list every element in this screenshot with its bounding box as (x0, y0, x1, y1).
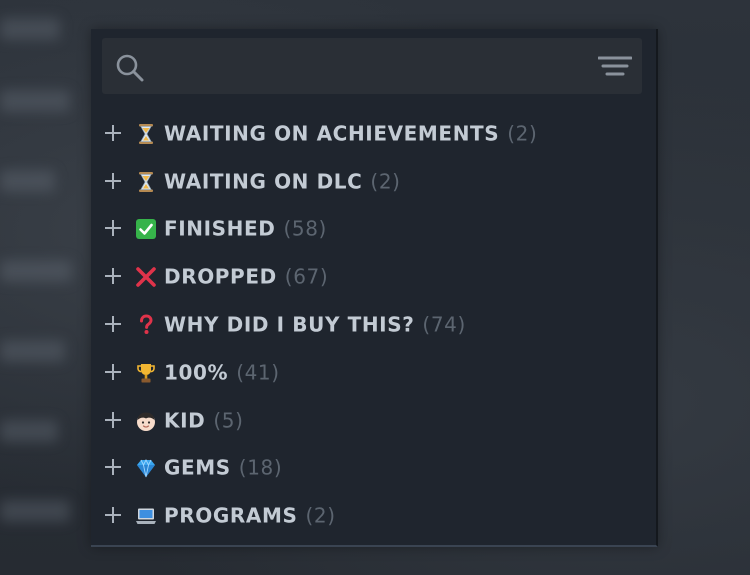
question-mark-icon (140, 314, 153, 335)
trophy-icon (137, 363, 155, 383)
collection-label: KID (5) (164, 408, 243, 432)
collection-item-programs[interactable]: PROGRAMS (2) (91, 493, 656, 541)
collection-item-waiting-on-achievements[interactable]: WAITING ON ACHIEVEMENTS (2) (91, 111, 656, 159)
collection-name: KID (164, 408, 206, 433)
search-icon[interactable] (114, 52, 146, 84)
collection-name: WHY DID I BUY THIS? (164, 312, 415, 337)
collection-count: (41) (236, 360, 280, 385)
collection-name: DROPPED (164, 264, 277, 289)
blurred-decoration (0, 260, 72, 282)
gem-icon (137, 459, 155, 478)
collection-count: (18) (238, 456, 283, 481)
blurred-decoration (0, 500, 70, 522)
blurred-decoration (0, 420, 58, 442)
expand-plus-icon[interactable] (104, 363, 122, 381)
collection-item-gems[interactable]: GEMS (18) (91, 446, 656, 494)
blurred-decoration (0, 340, 65, 362)
collection-count: (74) (422, 312, 466, 337)
expand-plus-icon[interactable] (104, 172, 122, 190)
collection-item-why-did-i-buy-this[interactable]: WHY DID I BUY THIS? (74) (91, 302, 656, 350)
blurred-decoration (0, 170, 55, 192)
search-bar[interactable] (102, 38, 642, 94)
expand-plus-icon[interactable] (104, 124, 122, 142)
collection-count: (2) (370, 169, 401, 194)
collection-label: FINISHED (58) (164, 217, 327, 241)
collection-name: GEMS (164, 456, 231, 481)
collection-name: WAITING ON ACHIEVEMENTS (164, 121, 500, 146)
collection-count: (2) (507, 121, 538, 146)
expand-plus-icon[interactable] (104, 267, 122, 285)
collection-item-kid[interactable]: KID (5) (91, 398, 656, 446)
collection-name: 100% (164, 360, 229, 385)
collection-label: WAITING ON DLC (2) (164, 169, 401, 193)
collection-count: (2) (305, 503, 336, 528)
laptop-icon (136, 508, 156, 525)
hourglass-icon (139, 123, 153, 144)
filter-sort-icon[interactable] (598, 54, 632, 80)
collection-name: PROGRAMS (164, 503, 298, 528)
expand-plus-icon[interactable] (104, 315, 122, 333)
collection-count: (58) (283, 217, 327, 242)
expand-plus-icon[interactable] (104, 411, 122, 429)
collection-item-waiting-on-dlc[interactable]: WAITING ON DLC (2) (91, 159, 656, 207)
collection-label: WAITING ON ACHIEVEMENTS (2) (164, 121, 537, 145)
collection-label: GEMS (18) (164, 456, 282, 480)
collection-label: PROGRAMS (2) (164, 504, 336, 528)
hourglass-icon (139, 171, 153, 192)
expand-plus-icon[interactable] (104, 458, 122, 476)
check-mark-icon (136, 219, 156, 240)
collection-name: FINISHED (164, 217, 276, 242)
collection-label: 100% (41) (164, 360, 280, 384)
collection-list: WAITING ON ACHIEVEMENTS (2) WAITING ON DL… (91, 111, 656, 541)
search-input[interactable] (158, 48, 582, 86)
collection-item-dropped[interactable]: DROPPED (67) (91, 254, 656, 302)
collection-item-100-percent[interactable]: 100% (41) (91, 350, 656, 398)
collection-label: WHY DID I BUY THIS? (74) (164, 313, 466, 337)
collection-item-finished[interactable]: FINISHED (58) (91, 207, 656, 255)
blurred-decoration (0, 18, 60, 40)
collections-panel: WAITING ON ACHIEVEMENTS (2) WAITING ON DL… (91, 29, 658, 547)
collection-count: (67) (284, 264, 329, 289)
collection-label: DROPPED (67) (164, 265, 328, 289)
collection-name: WAITING ON DLC (164, 169, 363, 194)
cross-mark-icon (136, 267, 156, 288)
blurred-decoration (0, 90, 70, 112)
child-face-icon (137, 412, 155, 431)
collection-count: (5) (213, 408, 244, 433)
expand-plus-icon[interactable] (104, 219, 122, 237)
expand-plus-icon[interactable] (104, 506, 122, 524)
